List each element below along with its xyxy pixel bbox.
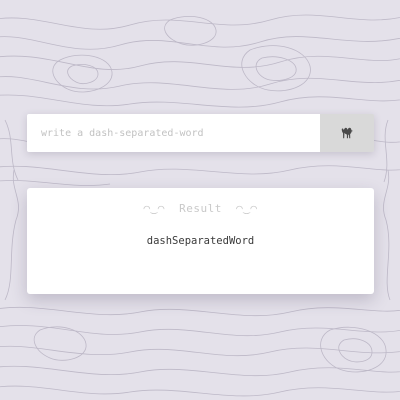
word-input[interactable]: [27, 114, 320, 152]
result-value: dashSeparatedWord: [146, 235, 255, 247]
face-left-emoticon: ◠‿◠: [143, 202, 165, 215]
result-header: ◠‿◠ Result ◠‿◠: [27, 202, 374, 215]
face-right-emoticon: ◠‿◠: [236, 202, 258, 215]
convert-button[interactable]: [320, 114, 374, 152]
result-card: ◠‿◠ Result ◠‿◠ dashSeparatedWord: [27, 188, 374, 294]
word-input-bar: [27, 114, 374, 152]
result-label: Result: [179, 202, 222, 215]
camel-icon: [341, 127, 353, 139]
